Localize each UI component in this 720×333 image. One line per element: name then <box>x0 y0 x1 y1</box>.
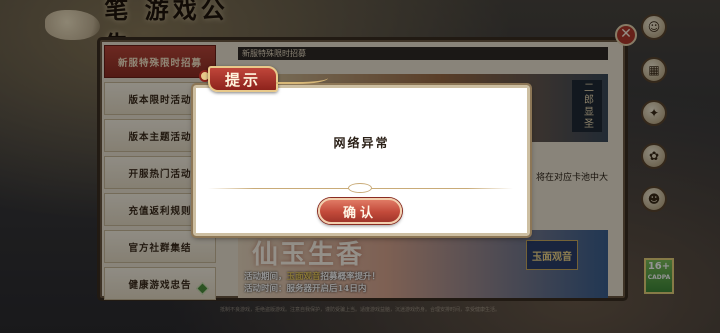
divider-ornament-icon <box>348 183 372 193</box>
dialog-title: 提示 <box>208 66 278 92</box>
confirm-button[interactable]: 确认 <box>318 198 402 224</box>
dialog-message: 网络异常 <box>333 136 390 150</box>
